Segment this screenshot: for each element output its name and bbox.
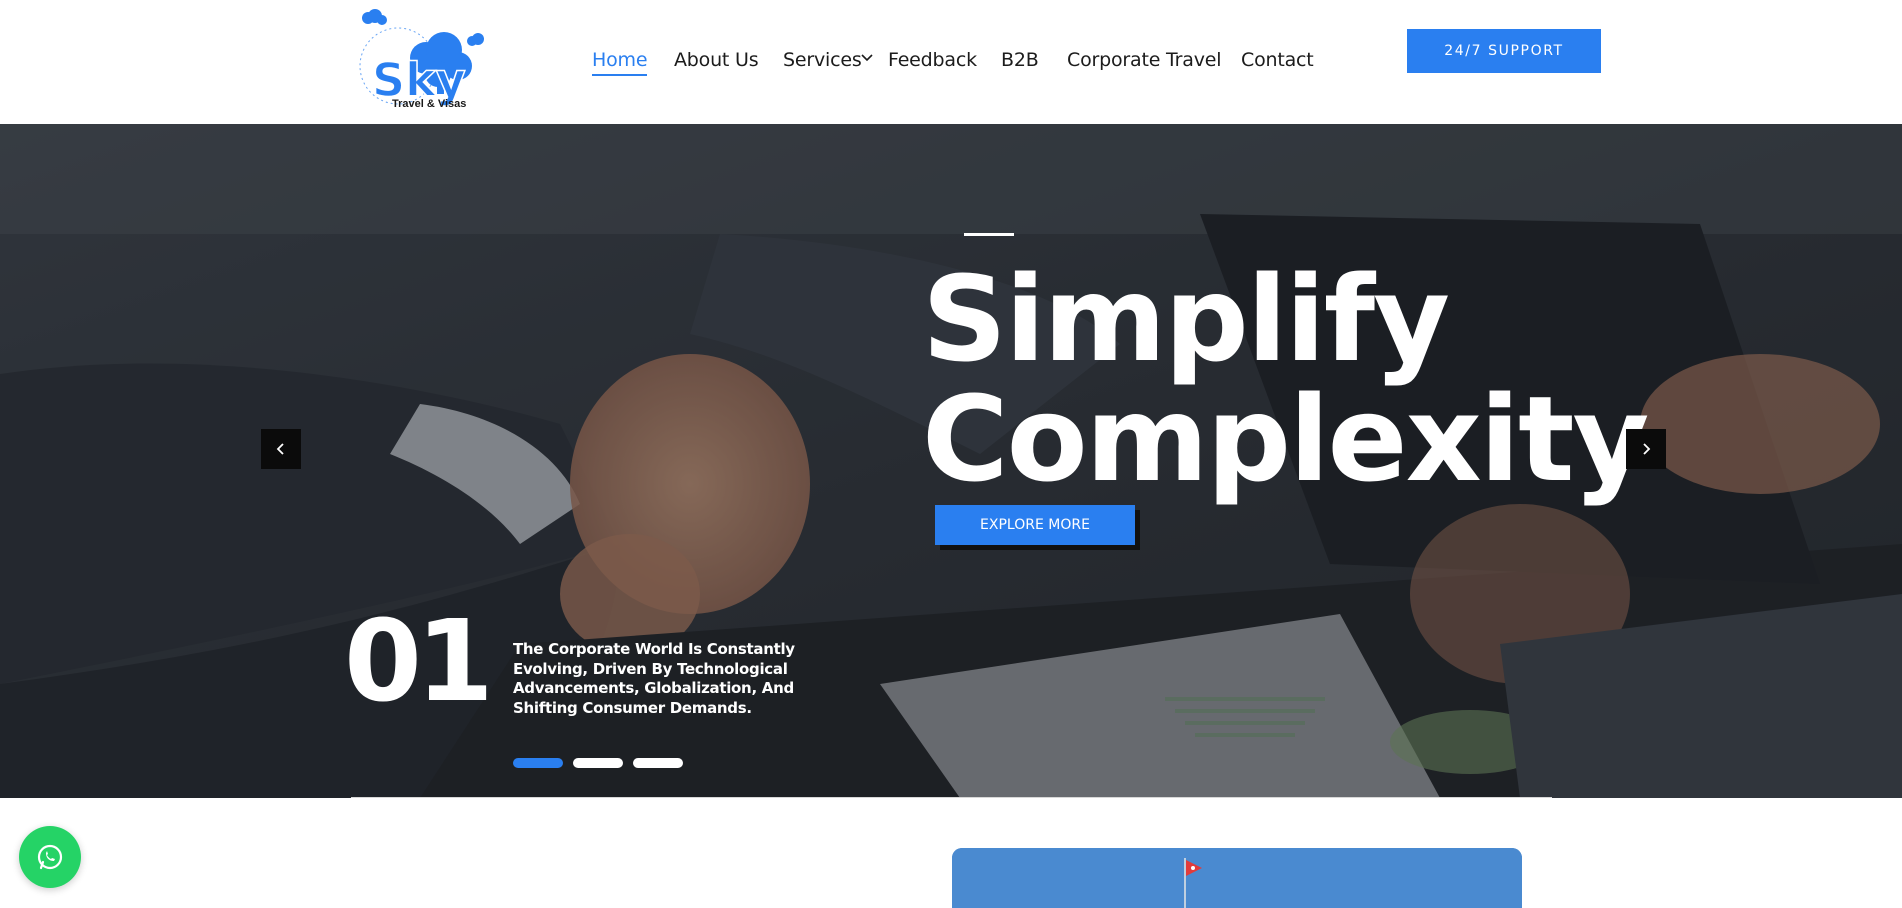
about-image [952,848,1522,908]
pagination-dot-1[interactable] [513,758,563,768]
hero-title-line2: Complexity [922,370,1649,508]
pagination-dot-3[interactable] [633,758,683,768]
nav-about-us[interactable]: About Us [674,49,759,71]
nav-services[interactable]: Services [783,49,862,71]
explore-more-wrapper: EXPLORE MORE [935,505,1140,550]
hero-title: Simplify Complexity [922,250,1649,508]
nav-contact[interactable]: Contact [1241,49,1314,71]
next-slide-button[interactable] [1626,429,1666,469]
hero-title-line1: Simplify [922,250,1450,388]
site-header: Sky Travel & Visas Home About Us Service… [0,0,1902,124]
chevron-right-icon [1643,443,1651,455]
explore-more-button[interactable]: EXPLORE MORE [935,505,1135,545]
slide-description: The Corporate World Is Constantly Evolvi… [513,640,795,717]
section-divider [351,797,1552,798]
title-accent-line [964,233,1014,236]
site-logo[interactable]: Sky Travel & Visas [340,6,505,116]
support-button[interactable]: 24/7 SUPPORT [1407,29,1601,73]
flag-image [952,848,1522,908]
pagination-dot-2[interactable] [573,758,623,768]
nav-feedback[interactable]: Feedback [888,49,977,71]
slide-number: 01 [344,597,494,727]
nav-home[interactable]: Home [592,49,648,76]
whatsapp-icon [37,844,63,870]
hero-slider: Simplify Complexity EXPLORE MORE 01 The … [0,124,1902,798]
nav-b2b[interactable]: B2B [1001,49,1039,71]
logo-caption: Travel & Visas [392,98,467,110]
chevron-down-icon[interactable] [860,51,874,65]
prev-slide-button[interactable] [261,429,301,469]
chevron-left-icon [276,443,284,455]
nav-corporate-travel[interactable]: Corporate Travel [1067,49,1222,71]
whatsapp-chat-button[interactable] [19,826,81,888]
